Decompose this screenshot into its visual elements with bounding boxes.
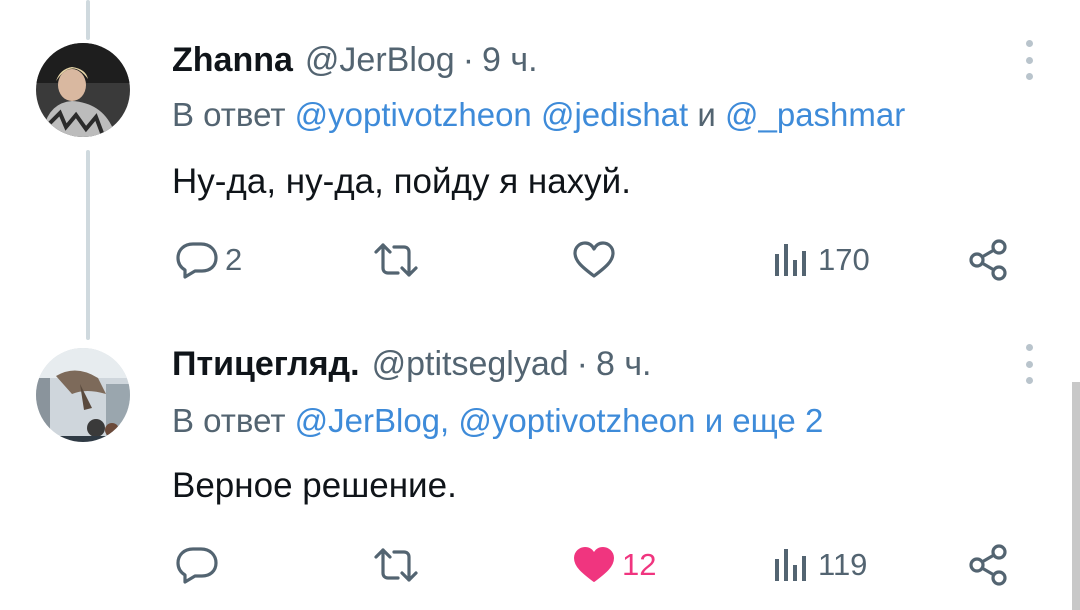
- reply-prefix: В ответ: [172, 96, 286, 133]
- more-recipients-link[interactable]: еще 2: [732, 402, 823, 439]
- action-bar: 2 170: [0, 235, 1080, 285]
- author-name[interactable]: Zhanna: [172, 41, 293, 80]
- share-icon: [969, 239, 1007, 281]
- reply-and: и: [704, 402, 724, 439]
- avatar[interactable]: [36, 348, 130, 442]
- like-icon: [574, 547, 614, 582]
- mention-link[interactable]: @yoptivotzheon: [458, 402, 695, 439]
- retweet-icon: [374, 243, 418, 277]
- share-button[interactable]: [966, 235, 1010, 285]
- scrollbar[interactable]: [1072, 382, 1080, 610]
- retweet-button[interactable]: [372, 235, 420, 285]
- tweet-text: Ну-да, ну-да, пойду я нахуй.: [172, 162, 631, 201]
- views-count: 170: [818, 242, 870, 277]
- action-bar: 12 119: [0, 540, 1080, 590]
- views-count: 119: [818, 547, 868, 582]
- author-handle[interactable]: @ptitseglyad: [372, 345, 569, 384]
- timestamp[interactable]: 8 ч.: [596, 345, 652, 384]
- share-icon: [969, 544, 1007, 586]
- views-button[interactable]: 119: [772, 540, 867, 590]
- retweet-button[interactable]: [372, 540, 420, 590]
- reply-icon: [176, 547, 218, 584]
- tweet[interactable]: Zhanna @JerBlog · 9 ч. В ответ @yoptivot…: [0, 0, 1080, 330]
- views-icon: [775, 244, 806, 276]
- separator: ·: [576, 344, 588, 383]
- avatar[interactable]: [36, 43, 130, 137]
- views-button[interactable]: 170: [772, 235, 870, 285]
- like-count: 12: [622, 547, 657, 582]
- reply-and: и: [697, 96, 716, 133]
- author-handle[interactable]: @JerBlog: [305, 41, 455, 80]
- like-button[interactable]: 12: [572, 540, 656, 590]
- reply-context: В ответ @yoptivotzheon @jedishat и @_pas…: [172, 96, 905, 134]
- more-icon[interactable]: [1022, 344, 1036, 384]
- share-button[interactable]: [966, 540, 1010, 590]
- reply-context: В ответ @JerBlog, @yoptivotzheon и еще 2: [172, 402, 823, 440]
- separator: ·: [462, 40, 475, 79]
- views-icon: [775, 549, 806, 581]
- tweet-text: Верное решение.: [172, 466, 457, 505]
- reply-count: 2: [225, 242, 243, 277]
- reply-prefix: В ответ: [172, 402, 286, 439]
- mention-link[interactable]: @JerBlog,: [295, 402, 450, 439]
- reply-icon: [176, 242, 218, 279]
- like-button[interactable]: [572, 235, 622, 285]
- tweet-header: Zhanna @JerBlog · 9 ч.: [172, 38, 538, 82]
- retweet-icon: [374, 548, 418, 582]
- author-name[interactable]: Птицегляд.: [172, 345, 360, 384]
- like-icon: [573, 241, 615, 278]
- mention-link[interactable]: @yoptivotzheon: [295, 96, 532, 133]
- reply-button[interactable]: 2: [175, 235, 242, 285]
- tweet[interactable]: Птицегляд. @ptitseglyad · 8 ч. В ответ @…: [0, 330, 1080, 610]
- more-icon[interactable]: [1022, 40, 1036, 80]
- tweet-header: Птицегляд. @ptitseglyad · 8 ч.: [172, 342, 652, 386]
- timestamp[interactable]: 9 ч.: [482, 41, 538, 80]
- mention-link[interactable]: @jedishat: [541, 96, 688, 133]
- mention-link[interactable]: @_pashmar: [725, 96, 905, 133]
- reply-button[interactable]: [175, 540, 225, 590]
